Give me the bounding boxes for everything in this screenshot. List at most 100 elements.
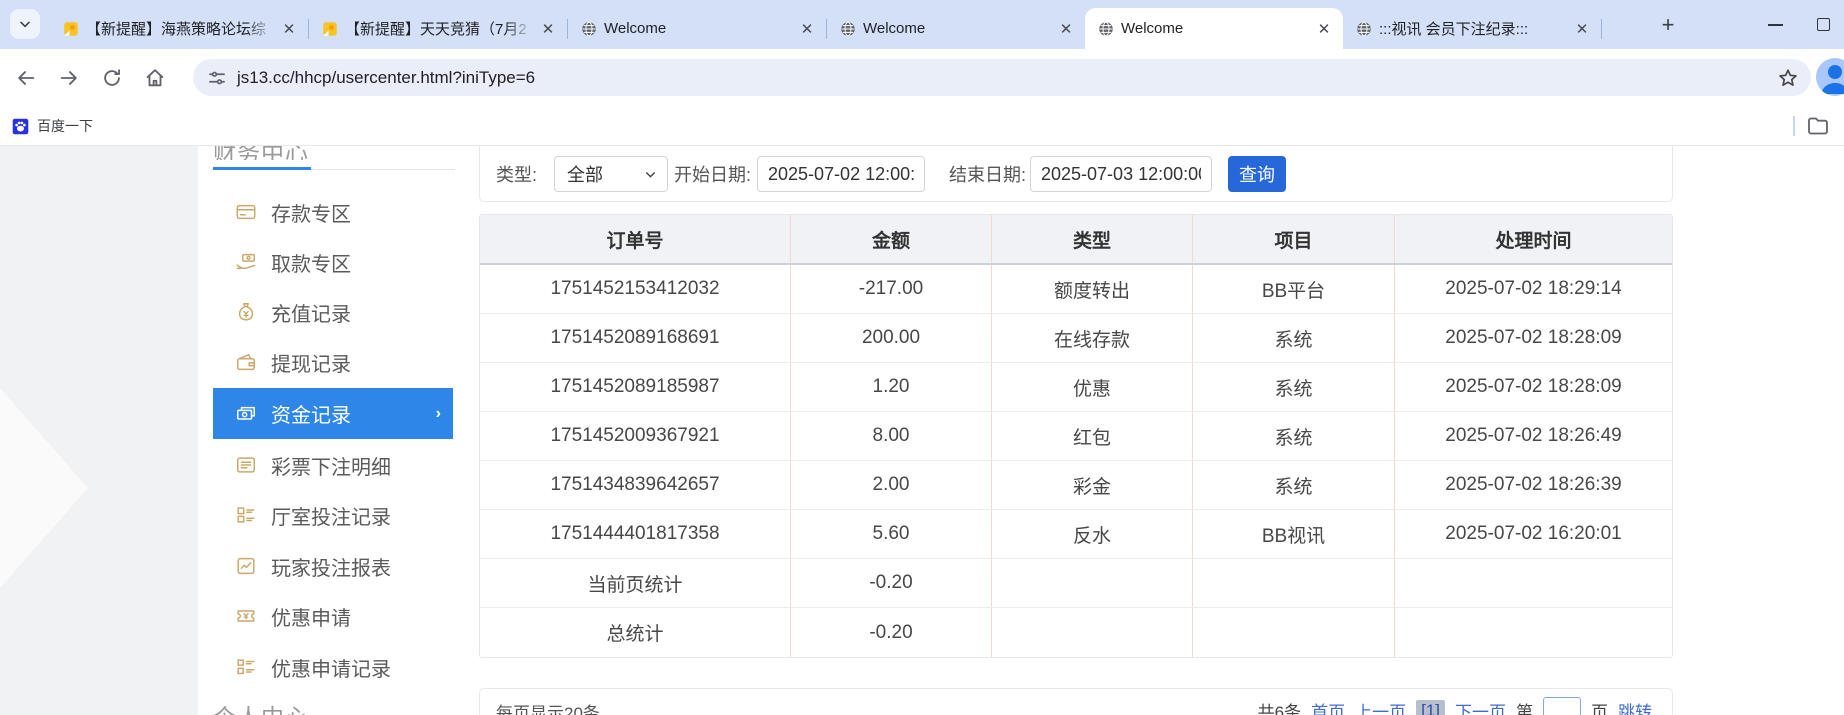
home-button[interactable] xyxy=(138,61,172,95)
sidebar-item-hall-bet-records[interactable]: 厅室投注记录 xyxy=(213,490,453,540)
sidebar-item-funds-records[interactable]: 资金记录 › xyxy=(213,388,453,439)
bookmark-baidu[interactable]: 百度一下 xyxy=(12,113,93,139)
start-date-label: 开始日期: xyxy=(674,146,751,202)
cell-summary-label: 总统计 xyxy=(480,608,790,657)
end-date-input[interactable] xyxy=(1030,156,1212,192)
cell-time: 2025-07-02 18:29:14 xyxy=(1394,265,1672,313)
site-settings-icon[interactable] xyxy=(207,68,227,88)
jump-button[interactable]: 跳转 xyxy=(1618,698,1652,715)
back-icon xyxy=(15,67,37,89)
cell-type: 优惠 xyxy=(991,363,1192,411)
bookmarks-folder-button[interactable] xyxy=(1806,114,1830,138)
cell-order-no: 1751452009367921 xyxy=(480,412,790,460)
globe-icon xyxy=(839,20,857,38)
type-label: 类型: xyxy=(496,146,537,202)
table-row: 1751452009367921 8.00 红包 系统 2025-07-02 1… xyxy=(480,412,1672,461)
sidebar-item-player-bet-report[interactable]: 玩家投注报表 xyxy=(213,541,453,591)
table-row: 1751452153412032 -217.00 额度转出 BB平台 2025-… xyxy=(480,265,1672,314)
sidebar-item-recharge-records[interactable]: 充值记录 xyxy=(213,287,453,337)
page-content: 财务中心 存款专区 取款专区 充值记录 提现记录 资金记录 › 彩票下注明细 xyxy=(0,146,1844,715)
cell-time: 2025-07-02 18:28:09 xyxy=(1394,314,1672,362)
doc-icon xyxy=(321,20,339,38)
tab-title: 【新提醒】天天竞猜（7月2 xyxy=(345,18,533,39)
url-text[interactable]: js13.cc/hhcp/usercenter.html?iniType=6 xyxy=(237,68,1777,88)
sidebar-item-deposit[interactable]: 存款专区 xyxy=(213,187,453,237)
globe-icon xyxy=(580,20,598,38)
sidebar-item-promo-apply-records[interactable]: 优惠申请记录 xyxy=(213,642,453,692)
chevron-down-icon xyxy=(17,16,33,32)
tab-close-icon[interactable]: ✕ xyxy=(1057,20,1075,38)
search-button[interactable]: 查询 xyxy=(1228,156,1286,192)
bookmarks-divider xyxy=(1793,116,1795,136)
tab-close-icon[interactable]: ✕ xyxy=(1315,20,1333,38)
end-date-label: 结束日期: xyxy=(949,146,1026,202)
table-summary-row-page: 当前页统计 -0.20 xyxy=(480,559,1672,608)
total-count-label: 共6条 xyxy=(1258,698,1301,715)
sidebar-item-label: 优惠申请记录 xyxy=(271,653,391,682)
tab-4[interactable]: Welcome ✕ xyxy=(827,8,1085,49)
forward-button[interactable] xyxy=(52,61,86,95)
watermark-triangle xyxy=(0,388,88,588)
cell-project: 系统 xyxy=(1192,412,1394,460)
back-button[interactable] xyxy=(9,61,43,95)
col-header-time: 处理时间 xyxy=(1394,215,1672,263)
minimize-button[interactable] xyxy=(1768,24,1783,26)
cell-order-no: 1751434839642657 xyxy=(480,461,790,509)
tab-2[interactable]: 【新提醒】天天竞猜（7月2 ✕ xyxy=(309,8,567,49)
tab-6[interactable]: :::视讯 会员下注纪录::: ✕ xyxy=(1343,8,1601,49)
table-row: 1751434839642657 2.00 彩金 系统 2025-07-02 1… xyxy=(480,461,1672,510)
start-date-input[interactable] xyxy=(757,156,925,192)
filter-panel: 类型: 全部 开始日期: 结束日期: 查询 xyxy=(479,146,1673,202)
cell-project: BB视讯 xyxy=(1192,510,1394,558)
tab-1[interactable]: 【新提醒】海燕策略论坛综 ✕ xyxy=(50,8,308,49)
profile-avatar[interactable] xyxy=(1816,58,1844,96)
tab-close-icon[interactable]: ✕ xyxy=(1573,20,1591,38)
tab-close-icon[interactable]: ✕ xyxy=(798,20,816,38)
next-page-link[interactable]: 下一页 xyxy=(1455,698,1506,715)
tab-5-active[interactable]: Welcome ✕ xyxy=(1085,8,1343,49)
globe-icon xyxy=(1355,20,1373,38)
col-header-amount: 金额 xyxy=(790,215,991,263)
cell-amount: -0.20 xyxy=(790,608,991,657)
report-chart-icon xyxy=(235,555,257,577)
cell-amount: 5.60 xyxy=(790,510,991,558)
deposit-card-icon xyxy=(235,201,257,223)
tab-close-icon[interactable]: ✕ xyxy=(280,20,298,38)
cell-type: 额度转出 xyxy=(991,265,1192,313)
tab-close-icon[interactable]: ✕ xyxy=(539,20,557,38)
cell-amount: 1.20 xyxy=(790,363,991,411)
sidebar-item-promo-apply[interactable]: 优惠申请 xyxy=(213,591,453,641)
sidebar-item-lottery-bet-detail[interactable]: 彩票下注明细 xyxy=(213,440,453,490)
type-select[interactable]: 全部 xyxy=(554,156,668,192)
sidebar-section-title: 财务中心 xyxy=(213,146,413,160)
address-bar[interactable]: js13.cc/hhcp/usercenter.html?iniType=6 xyxy=(193,59,1811,96)
home-icon xyxy=(144,67,166,89)
new-tab-button[interactable]: + xyxy=(1655,13,1681,39)
sidebar-item-label: 充值记录 xyxy=(271,298,351,327)
jump-page-input[interactable] xyxy=(1543,697,1581,715)
maximize-button[interactable] xyxy=(1817,18,1830,31)
tab-title: 【新提醒】海燕策略论坛综 xyxy=(86,18,274,39)
cell-project: 系统 xyxy=(1192,461,1394,509)
prev-page-link[interactable]: 上一页 xyxy=(1355,698,1406,715)
section-active-underline xyxy=(213,167,311,170)
reload-button[interactable] xyxy=(95,61,129,95)
page-size-label: 每页显示20条 xyxy=(496,699,600,715)
cell-time: 2025-07-02 18:26:49 xyxy=(1394,412,1672,460)
cell-amount: -0.20 xyxy=(790,559,991,607)
cell-amount: 200.00 xyxy=(790,314,991,362)
cell-amount: -217.00 xyxy=(790,265,991,313)
cell-project: 系统 xyxy=(1192,314,1394,362)
left-margin xyxy=(0,146,198,715)
folder-icon xyxy=(1806,114,1830,138)
withdraw-hand-icon xyxy=(235,251,257,273)
sidebar-item-label: 取款专区 xyxy=(271,248,351,277)
first-page-link[interactable]: 首页 xyxy=(1311,698,1345,715)
tab-search-button[interactable] xyxy=(10,9,40,39)
cell-time: 2025-07-02 16:20:01 xyxy=(1394,510,1672,558)
bookmark-star-icon[interactable] xyxy=(1777,67,1799,89)
sidebar-item-withdraw[interactable]: 取款专区 xyxy=(213,237,453,287)
tab-3[interactable]: Welcome ✕ xyxy=(568,8,826,49)
sidebar-item-withdrawal-records[interactable]: 提现记录 xyxy=(213,337,453,387)
bookmark-label: 百度一下 xyxy=(37,116,93,136)
